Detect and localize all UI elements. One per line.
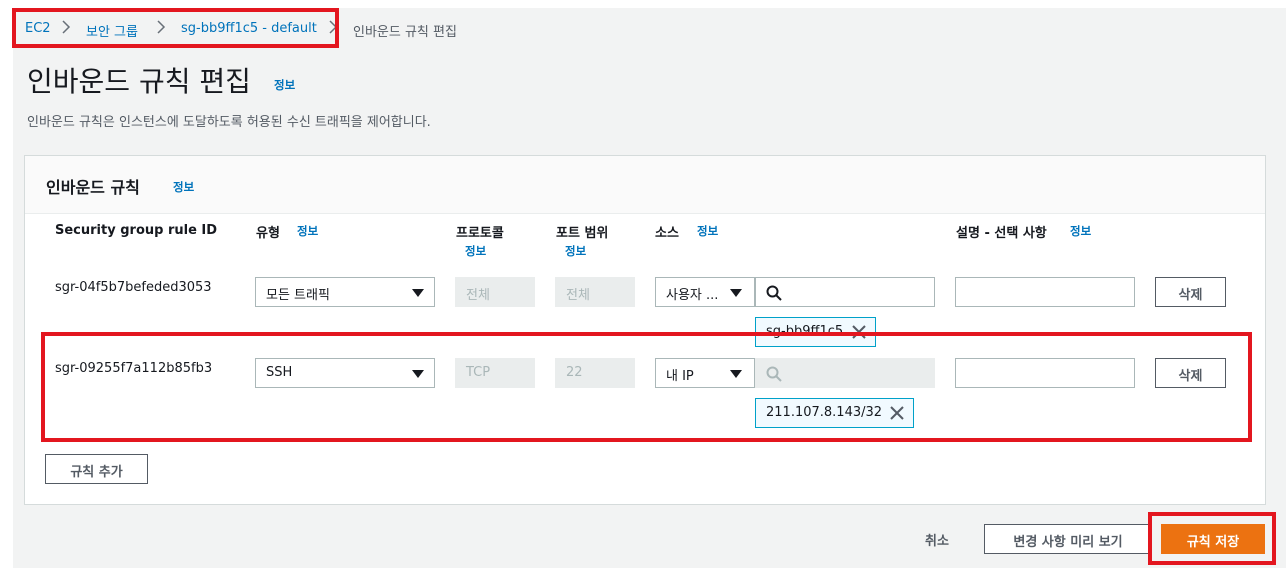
- caret-down-icon: [412, 370, 424, 378]
- preview-changes-button[interactable]: 변경 사항 미리 보기: [984, 524, 1152, 554]
- description-input[interactable]: [955, 358, 1135, 388]
- type-select[interactable]: SSH: [255, 358, 435, 388]
- col-rule-id: Security group rule ID: [55, 223, 218, 238]
- port-range-field: 전체: [555, 277, 635, 307]
- page-description: 인바운드 규칙은 인스턴스에 도달하도록 허용된 수신 트래픽을 제어합니다.: [27, 115, 431, 130]
- port-range-field: 22: [555, 358, 635, 388]
- close-icon[interactable]: [851, 324, 867, 340]
- chevron-right-icon: [157, 20, 166, 34]
- caret-down-icon: [730, 289, 742, 297]
- rule-id: sgr-09255f7a112b85fb3: [55, 361, 213, 376]
- col-type: 유형: [256, 226, 280, 241]
- col-type-info-link[interactable]: 정보: [297, 223, 318, 239]
- source-search-input[interactable]: [755, 277, 935, 307]
- add-rule-button[interactable]: 규칙 추가: [45, 454, 148, 484]
- protocol-field: TCP: [455, 358, 535, 388]
- delete-rule-button[interactable]: 삭제: [1155, 358, 1226, 388]
- breadcrumb-ec2[interactable]: EC2: [25, 21, 51, 36]
- protocol-field: 전체: [455, 277, 535, 307]
- source-search-input: [755, 358, 935, 388]
- source-token-label: 211.107.8.143/32: [766, 405, 883, 420]
- source-token-label: sg-bb9ff1c5: [766, 324, 844, 339]
- save-rules-button[interactable]: 규칙 저장: [1161, 524, 1265, 554]
- panel-header: 인바운드 규칙 정보: [25, 156, 1265, 214]
- caret-down-icon: [412, 289, 424, 297]
- source-type-value: 사용자 ...: [666, 288, 719, 303]
- source-type-select[interactable]: 사용자 ...: [655, 277, 755, 307]
- col-source: 소스: [655, 226, 679, 241]
- chevron-right-icon: [62, 20, 71, 34]
- source-token: sg-bb9ff1c5: [755, 317, 876, 347]
- chevron-right-icon: [329, 20, 338, 34]
- page-title: 인바운드 규칙 편집: [27, 60, 251, 100]
- type-select-value: SSH: [266, 365, 293, 380]
- col-protocol: 프로토콜: [456, 226, 504, 241]
- col-port-info-link[interactable]: 정보: [565, 243, 586, 259]
- source-type-select[interactable]: 내 IP: [655, 358, 755, 388]
- page-title-text: 인바운드 규칙 편집: [27, 65, 251, 98]
- breadcrumb-security-group[interactable]: sg-bb9ff1c5 - default: [181, 21, 317, 36]
- panel-info-link[interactable]: 정보: [173, 179, 194, 195]
- search-icon: [766, 285, 782, 301]
- source-type-value: 내 IP: [666, 369, 694, 384]
- source-token: 211.107.8.143/32: [755, 398, 914, 428]
- description-input[interactable]: [955, 277, 1135, 307]
- panel-title: 인바운드 규칙: [46, 178, 140, 197]
- cancel-link[interactable]: 취소: [925, 530, 949, 549]
- col-source-info-link[interactable]: 정보: [697, 223, 718, 239]
- breadcrumb-current: 인바운드 규칙 편집: [353, 25, 457, 40]
- col-port-range: 포트 범위: [556, 226, 609, 241]
- delete-rule-button[interactable]: 삭제: [1155, 277, 1226, 307]
- type-select-value: 모든 트래픽: [266, 288, 330, 303]
- rule-id: sgr-04f5b7befeded3053: [55, 280, 212, 295]
- page-info-link[interactable]: 정보: [274, 77, 295, 93]
- type-select[interactable]: 모든 트래픽: [255, 277, 435, 307]
- col-description: 설명 - 선택 사항: [956, 226, 1047, 241]
- breadcrumb-security-groups[interactable]: 보안 그룹: [86, 21, 138, 40]
- close-icon[interactable]: [889, 405, 905, 421]
- search-icon: [766, 366, 782, 382]
- col-protocol-info-link[interactable]: 정보: [465, 243, 486, 259]
- col-description-info-link[interactable]: 정보: [1070, 223, 1091, 239]
- inbound-rules-panel: 인바운드 규칙 정보: [24, 155, 1266, 505]
- caret-down-icon: [730, 370, 742, 378]
